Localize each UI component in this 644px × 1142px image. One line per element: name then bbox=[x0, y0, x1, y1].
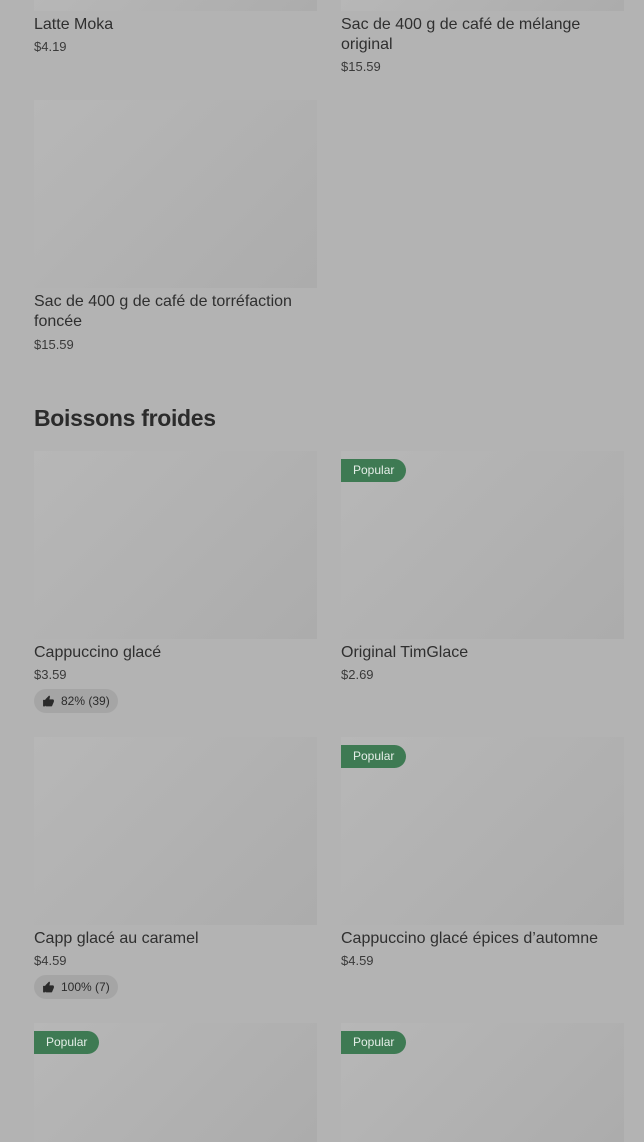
product-price: $4.59 bbox=[34, 953, 67, 968]
product-price: $15.59 bbox=[341, 59, 381, 74]
rating-chip: 82% (39) bbox=[34, 689, 118, 713]
rating-text: 100% (7) bbox=[61, 980, 110, 994]
popular-badge: Popular bbox=[341, 1031, 407, 1054]
popular-badge: Popular bbox=[341, 745, 407, 768]
popular-badge: Popular bbox=[341, 459, 407, 482]
product-name: Sac de 400 g de café de mélange original bbox=[341, 16, 581, 53]
product-image bbox=[34, 737, 317, 925]
product-image bbox=[341, 0, 624, 11]
product-name: Capp glacé au caramel bbox=[34, 930, 199, 947]
product-name: Sac de 400 g de café de torréfaction fon… bbox=[34, 293, 292, 330]
product-image bbox=[34, 100, 317, 288]
product-name: Cappuccino glacé épices d’automne bbox=[341, 930, 599, 947]
product-price: $4.19 bbox=[34, 39, 67, 54]
product-name: Latte Moka bbox=[34, 16, 114, 33]
product-image bbox=[34, 451, 317, 639]
product-name: Original TimGlace bbox=[341, 644, 469, 661]
product-price: $4.59 bbox=[341, 953, 374, 968]
popular-badge: Popular bbox=[34, 1031, 100, 1054]
product-image bbox=[34, 0, 317, 11]
product-name: Cappuccino glacé bbox=[34, 644, 162, 661]
product-price: $3.59 bbox=[34, 667, 67, 682]
product-price: $2.69 bbox=[341, 667, 374, 682]
thumbs-up-icon bbox=[43, 981, 54, 992]
section-title: Boissons froides bbox=[34, 405, 216, 431]
thumbs-up-icon bbox=[43, 695, 54, 706]
rating-chip: 100% (7) bbox=[34, 975, 118, 999]
rating-text: 82% (39) bbox=[61, 694, 110, 708]
product-price: $15.59 bbox=[34, 337, 74, 352]
